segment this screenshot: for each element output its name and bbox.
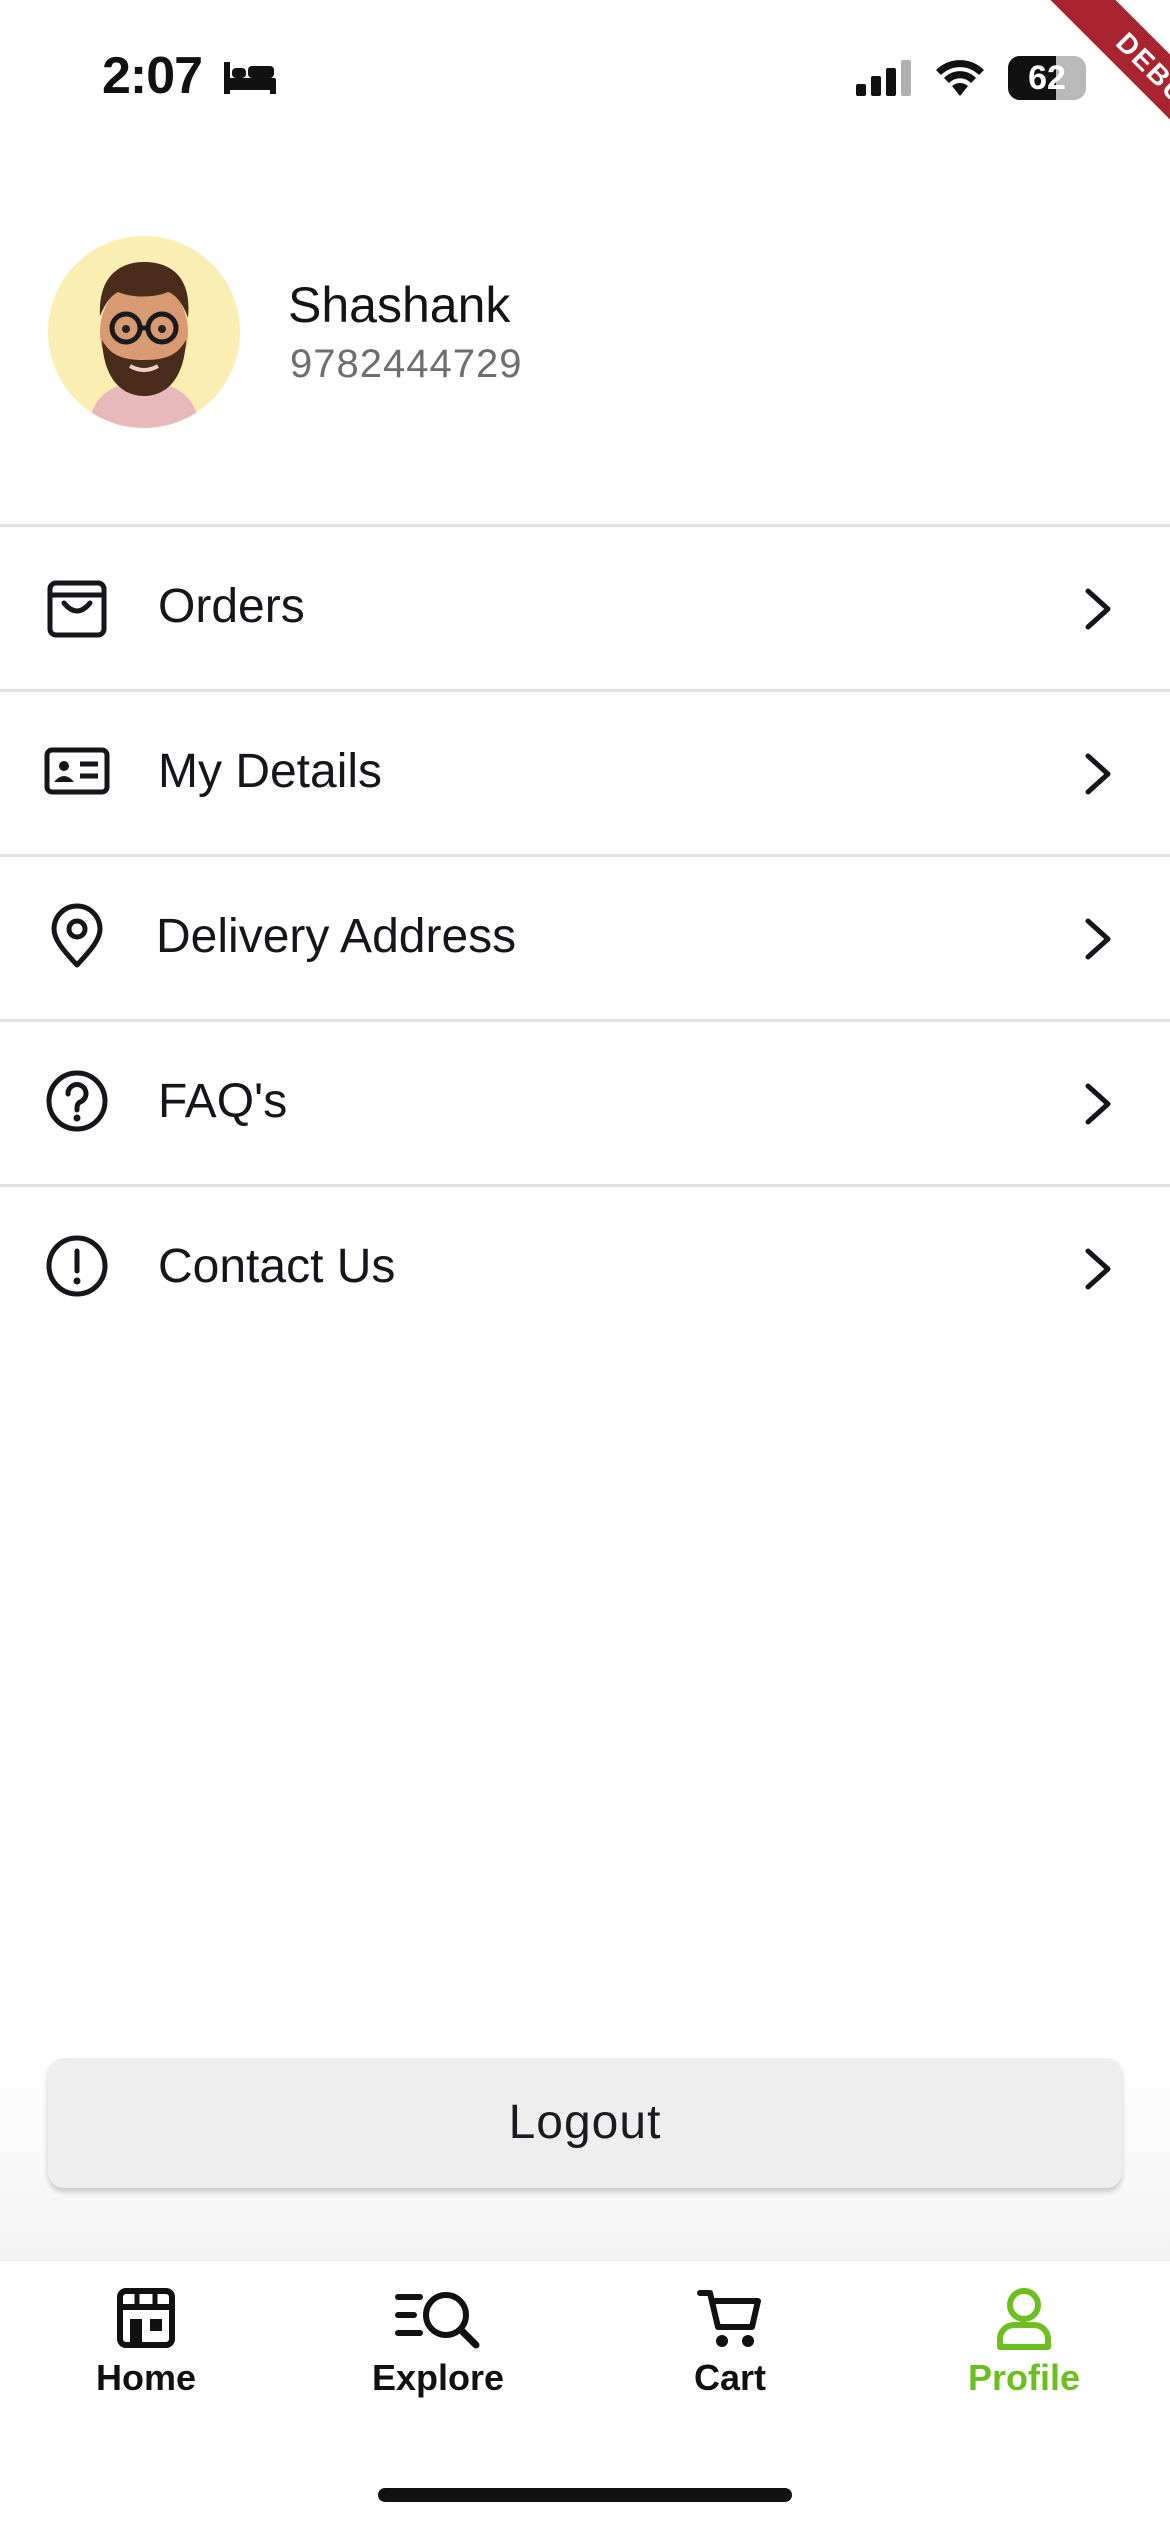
user-name: Shashank <box>288 277 511 333</box>
status-time: 2:07 <box>102 47 203 105</box>
chevron-right-icon <box>1085 1083 1111 1125</box>
avatar[interactable] <box>48 236 240 428</box>
store-icon <box>117 2288 175 2348</box>
shopping-bag-icon <box>47 580 107 638</box>
nav-item-explore[interactable]: Explore <box>328 2285 548 2415</box>
question-circle-icon <box>46 1070 108 1132</box>
menu-item-label: Orders <box>158 580 305 633</box>
status-bar: 2:07 62 <box>0 0 1170 150</box>
menu-item-label: Delivery Address <box>156 910 517 963</box>
id-card-icon <box>44 747 110 795</box>
menu-item-my-details[interactable]: My Details <box>0 689 1170 854</box>
chevron-right-icon <box>1085 588 1111 630</box>
user-phone: 9782444729 <box>290 342 523 386</box>
nav-label-home: Home <box>95 2357 197 2398</box>
nav-label-profile: Profile <box>967 2357 1081 2398</box>
nav-item-home[interactable]: Home <box>36 2285 256 2415</box>
chevron-right-icon <box>1085 918 1111 960</box>
nav-item-cart[interactable]: Cart <box>620 2285 840 2415</box>
explore-search-icon <box>395 2292 480 2349</box>
cellular-signal-icon <box>856 60 911 96</box>
logout-button[interactable]: Logout <box>48 2058 1122 2188</box>
wifi-icon <box>936 60 984 96</box>
nav-label-explore: Explore <box>371 2357 505 2398</box>
menu-item-label: Contact Us <box>158 1240 396 1293</box>
info-circle-icon <box>46 1235 108 1297</box>
menu-item-contact-us[interactable]: Contact Us <box>0 1184 1170 1349</box>
battery-icon: 62 <box>1008 56 1086 100</box>
profile-menu: Orders My Details Delivery Address FAQ's… <box>0 524 1170 1349</box>
bed-icon <box>224 62 276 94</box>
menu-item-faqs[interactable]: FAQ's <box>0 1019 1170 1184</box>
nav-item-profile[interactable]: Profile <box>914 2285 1134 2415</box>
home-indicator <box>378 2488 792 2502</box>
chevron-right-icon <box>1085 753 1111 795</box>
location-pin-icon <box>51 903 103 968</box>
menu-item-delivery-address[interactable]: Delivery Address <box>0 854 1170 1019</box>
menu-item-orders[interactable]: Orders <box>0 524 1170 689</box>
cart-icon <box>697 2290 761 2347</box>
menu-item-label: FAQ's <box>158 1075 288 1128</box>
user-icon <box>997 2288 1051 2350</box>
nav-label-cart: Cart <box>693 2357 767 2398</box>
chevron-right-icon <box>1085 1248 1111 1290</box>
menu-item-label: My Details <box>158 745 383 798</box>
battery-level: 62 <box>1028 59 1066 97</box>
bearded-man-avatar-icon <box>48 236 240 428</box>
